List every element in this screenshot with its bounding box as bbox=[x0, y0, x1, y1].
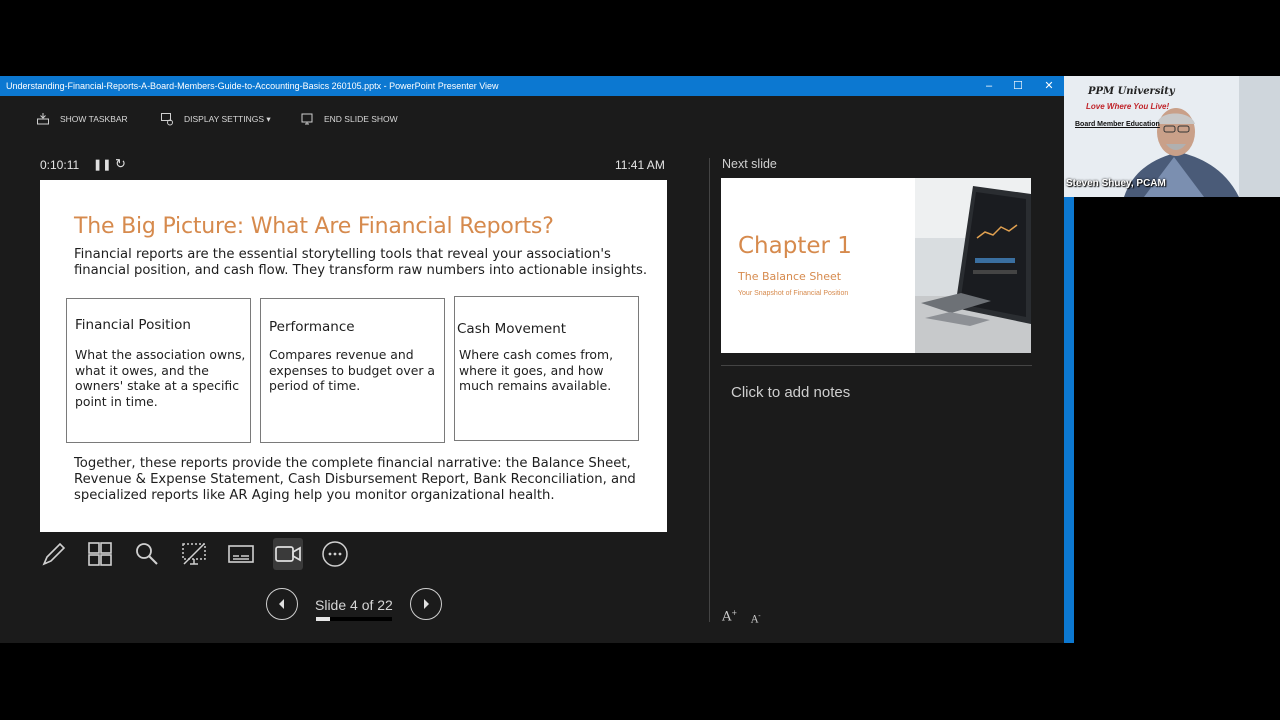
black-screen-button[interactable] bbox=[179, 538, 209, 570]
subtitles-button[interactable] bbox=[226, 538, 256, 570]
card-body: Compares revenue and expenses to budget … bbox=[269, 347, 435, 394]
increase-font-button[interactable]: A+ bbox=[722, 609, 737, 624]
magnifier-icon bbox=[136, 543, 158, 565]
tablet-photo bbox=[915, 178, 1031, 353]
slide-summary-line3: specialized reports like AR Aging help y… bbox=[74, 488, 555, 503]
show-taskbar-button[interactable]: SHOW TASKBAR bbox=[36, 112, 128, 126]
card-cash-movement: Cash Movement Where cash comes from, whe… bbox=[454, 296, 639, 441]
maximize-button[interactable]: ☐ bbox=[1003, 76, 1033, 96]
card-financial-position: Financial Position What the association … bbox=[66, 298, 251, 443]
webcam-feed: PPM University Love Where You Live! Boar… bbox=[1064, 76, 1280, 197]
more-icon bbox=[322, 541, 348, 567]
display-settings-icon bbox=[161, 113, 173, 126]
card-title: Financial Position bbox=[75, 317, 191, 333]
window-title: Understanding-Financial-Reports-A-Board-… bbox=[6, 81, 499, 91]
end-slide-show-label: END SLIDE SHOW bbox=[324, 114, 398, 124]
slide-intro-line1: Financial reports are the essential stor… bbox=[74, 247, 611, 262]
end-slide-show-button[interactable]: END SLIDE SHOW bbox=[300, 112, 398, 126]
previous-arrow-icon bbox=[279, 599, 284, 609]
slide-progress-bar bbox=[316, 617, 392, 621]
decrease-font-button[interactable]: A- bbox=[751, 612, 761, 625]
see-all-slides-button[interactable] bbox=[85, 538, 115, 570]
window-edge bbox=[1064, 197, 1074, 643]
reset-timer-icon[interactable]: ↻ bbox=[115, 156, 126, 172]
notes-divider bbox=[721, 365, 1032, 366]
slide-summary-line1: Together, these reports provide the comp… bbox=[74, 456, 631, 471]
minimize-button[interactable]: – bbox=[974, 76, 1004, 96]
webcam-org: PPM University bbox=[1088, 86, 1175, 97]
camera-icon bbox=[275, 546, 301, 562]
next-slide-label: Next slide bbox=[722, 157, 777, 171]
pen-icon bbox=[42, 542, 66, 566]
zoom-button[interactable] bbox=[132, 538, 162, 570]
grid-icon bbox=[88, 542, 112, 566]
next-slide-tagline: Your Snapshot of Financial Position bbox=[738, 290, 849, 297]
next-slide-button[interactable] bbox=[410, 588, 442, 620]
card-body: Where cash comes from, where it goes, an… bbox=[459, 347, 614, 394]
slide-summary-line2: Revenue & Expense Statement, Cash Disbur… bbox=[74, 472, 636, 487]
slide-title: The Big Picture: What Are Financial Repo… bbox=[74, 214, 554, 239]
presenter-name: Steven Shuey, PCAM bbox=[1066, 178, 1166, 189]
more-options-button[interactable] bbox=[320, 538, 350, 570]
next-slide-preview[interactable]: Chapter 1 The Balance Sheet Your Snapsho… bbox=[721, 178, 1031, 353]
slide-progress-fill bbox=[316, 617, 330, 621]
next-slide-subtitle: The Balance Sheet bbox=[738, 270, 842, 283]
pen-tool-button[interactable] bbox=[39, 538, 69, 570]
next-arrow-icon bbox=[424, 599, 429, 609]
pause-icon[interactable]: ❚❚ bbox=[93, 158, 111, 171]
slide-intro-line2: financial position, and cash flow. They … bbox=[74, 263, 648, 278]
title-bar: Understanding-Financial-Reports-A-Board-… bbox=[0, 76, 1064, 96]
taskbar-icon bbox=[37, 113, 49, 125]
show-taskbar-label: SHOW TASKBAR bbox=[60, 114, 128, 124]
card-title: Cash Movement bbox=[457, 321, 567, 337]
subtitles-icon bbox=[228, 545, 254, 563]
close-button[interactable]: ✕ bbox=[1034, 76, 1064, 96]
elapsed-timer: 0:10:11 bbox=[40, 158, 80, 172]
card-title: Performance bbox=[269, 319, 355, 335]
clock: 11:41 AM bbox=[615, 158, 665, 172]
screen-off-icon bbox=[182, 543, 206, 565]
slide-counter[interactable]: Slide 4 of 22 bbox=[315, 597, 393, 613]
next-slide-title: Chapter 1 bbox=[738, 233, 852, 259]
webcam-slogan: Love Where You Live! bbox=[1086, 102, 1170, 111]
webcam-banner: Board Member Education bbox=[1075, 121, 1160, 128]
card-performance: Performance Compares revenue and expense… bbox=[260, 298, 445, 443]
end-show-icon bbox=[301, 113, 313, 125]
display-settings-label: DISPLAY SETTINGS ▾ bbox=[184, 113, 271, 124]
pane-divider[interactable] bbox=[709, 158, 710, 622]
current-slide[interactable]: The Big Picture: What Are Financial Repo… bbox=[40, 180, 667, 532]
previous-slide-button[interactable] bbox=[266, 588, 298, 620]
display-settings-button[interactable]: DISPLAY SETTINGS ▾ bbox=[160, 112, 271, 126]
notes-area[interactable]: Click to add notes bbox=[731, 384, 850, 401]
camera-toggle-button[interactable] bbox=[273, 538, 303, 570]
card-body: What the association owns, what it owes,… bbox=[75, 347, 246, 410]
